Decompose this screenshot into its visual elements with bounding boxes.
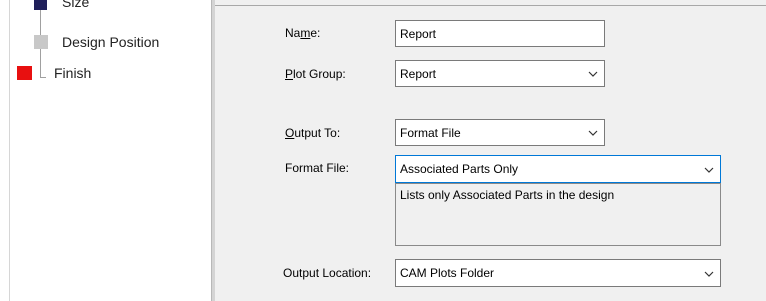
chevron-down-icon <box>704 167 714 173</box>
header-rule <box>215 5 766 6</box>
format-file-select[interactable]: Associated Parts Only <box>395 155 721 183</box>
step-marker-icon <box>17 66 32 80</box>
format-file-description: Lists only Associated Parts in the desig… <box>395 183 721 246</box>
chevron-down-icon <box>588 130 598 136</box>
name-input[interactable]: Report <box>395 20 605 47</box>
tree-item-label: Design Position <box>62 34 160 50</box>
format-file-label: Format File: <box>285 161 350 175</box>
chevron-down-icon <box>704 271 714 277</box>
step-marker-icon <box>34 0 47 10</box>
name-label: Name: <box>285 26 321 40</box>
tree-item-label: Size <box>62 0 90 10</box>
output-location-label: Output Location: <box>283 266 372 280</box>
output-location-select[interactable]: CAM Plots Folder <box>395 259 721 287</box>
tree-item-finish[interactable]: Finish <box>17 65 187 83</box>
report-settings-form: Name: Report Plot Group: Report Output T… <box>215 0 766 301</box>
tree-item-label: Finish <box>54 65 92 81</box>
output-to-select[interactable]: Format File <box>395 119 605 146</box>
tree-item-size[interactable]: Size <box>34 0 204 18</box>
step-marker-icon <box>34 35 48 49</box>
output-to-label: Output To: <box>285 126 341 140</box>
wizard-step-tree: Size Design Position Finish <box>0 0 211 301</box>
tree-panel-edge <box>9 0 10 301</box>
tree-item-design-position[interactable]: Design Position <box>34 34 204 52</box>
plot-group-label: Plot Group: <box>285 67 346 81</box>
plot-group-select[interactable]: Report <box>395 60 605 87</box>
chevron-down-icon <box>588 71 598 77</box>
